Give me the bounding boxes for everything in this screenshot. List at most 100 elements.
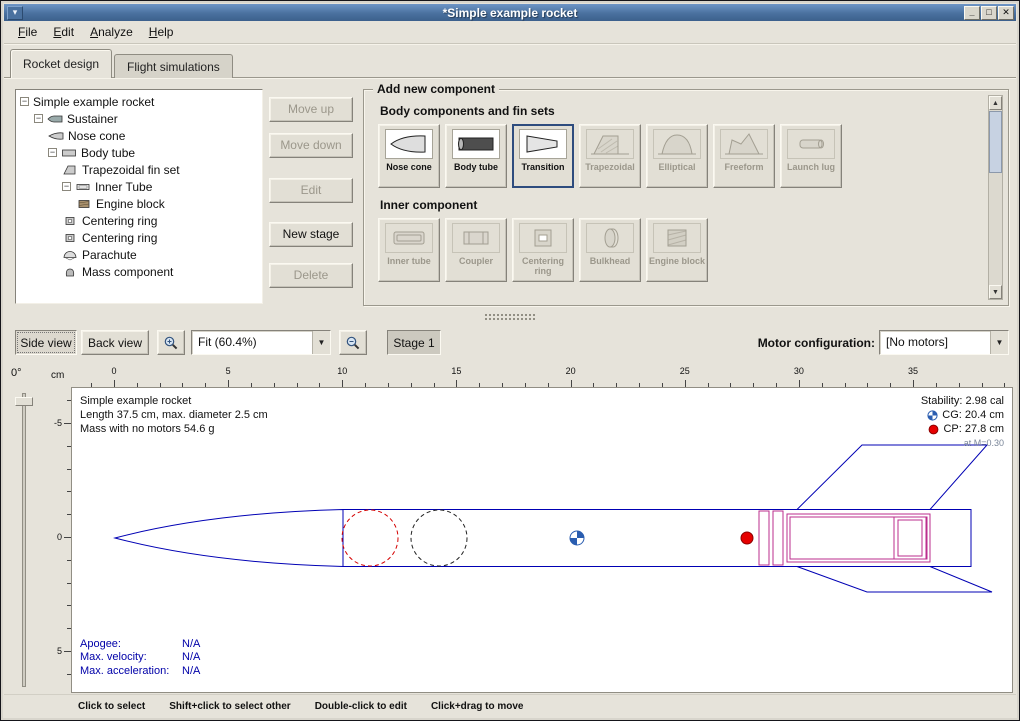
side-view-button[interactable]: Side view xyxy=(15,330,77,355)
tree-item-simple-example-rocket[interactable]: −Simple example rocket xyxy=(16,93,262,110)
component-button-label: Elliptical xyxy=(648,162,706,172)
rocket-icon xyxy=(47,113,63,125)
flight-data-row: Max. velocity:N/A xyxy=(80,651,200,665)
menu-item-help[interactable]: Help xyxy=(141,22,182,42)
tab-flight-simulations[interactable]: Flight simulations xyxy=(114,54,233,78)
tree-item-label: Centering ring xyxy=(82,231,157,245)
tree-expander-icon[interactable]: − xyxy=(48,148,57,157)
minimize-button[interactable]: _ xyxy=(964,6,980,20)
flight-data-value: N/A xyxy=(182,665,200,679)
nosecone-icon xyxy=(385,129,433,159)
fin-bottom-shape[interactable] xyxy=(797,567,992,593)
fin-freeform-icon xyxy=(720,129,768,159)
ruler-tick xyxy=(685,380,686,387)
add-freeform-button: Freeform xyxy=(713,124,775,188)
new-stage-button[interactable]: New stage xyxy=(269,222,353,247)
centeringring-icon xyxy=(519,223,567,253)
maximize-button[interactable]: □ xyxy=(981,6,997,20)
component-button-label: Nose cone xyxy=(380,162,438,172)
ruler-label: 10 xyxy=(337,366,347,376)
inner-tube-shape[interactable] xyxy=(787,514,930,562)
tab-rocket-design[interactable]: Rocket design xyxy=(10,49,112,78)
tree-item-engine-block[interactable]: Engine block xyxy=(16,195,262,212)
zoom-in-button[interactable] xyxy=(157,330,185,355)
status-hint: Shift+click to select other xyxy=(169,701,290,712)
scrollbar-thumb[interactable] xyxy=(989,111,1002,173)
scroll-up-icon[interactable]: ▲ xyxy=(989,96,1002,110)
tree-item-mass-component[interactable]: Mass component xyxy=(16,263,262,280)
cp-text: CP: 27.8 cm xyxy=(943,422,1004,436)
stability-text: Stability: 2.98 cal xyxy=(921,394,1004,408)
centering-ring-shape[interactable] xyxy=(759,511,769,565)
fin-top-shape[interactable] xyxy=(797,445,987,510)
tree-item-label: Nose cone xyxy=(68,129,125,143)
bodytube-icon xyxy=(452,129,500,159)
add-transition-button[interactable]: Transition xyxy=(512,124,574,188)
mach-text: at M=0.30 xyxy=(921,436,1004,450)
cp-icon xyxy=(928,424,939,435)
tree-item-parachute[interactable]: Parachute xyxy=(16,246,262,263)
chevron-down-icon[interactable]: ▼ xyxy=(312,331,330,354)
motor-configuration-select[interactable]: [No motors] ▼ xyxy=(879,330,1009,355)
flight-data-block: Apogee:N/AMax. velocity:N/AMax. accelera… xyxy=(80,638,200,679)
tree-expander-icon[interactable]: − xyxy=(62,182,71,191)
rocket-dimensions-text: Length 37.5 cm, max. diameter 2.5 cm xyxy=(80,408,268,422)
scroll-down-icon[interactable]: ▼ xyxy=(989,285,1002,299)
menu-item-edit[interactable]: Edit xyxy=(45,22,82,42)
zoom-select[interactable]: Fit (60.4%) ▼ xyxy=(191,330,331,355)
tree-item-body-tube[interactable]: −Body tube xyxy=(16,144,262,161)
bulkhead-icon xyxy=(586,223,634,253)
add-component-title: Add new component xyxy=(373,82,499,96)
mass-component-shape[interactable] xyxy=(411,510,467,566)
stage-1-toggle[interactable]: Stage 1 xyxy=(387,330,441,355)
tree-item-label: Simple example rocket xyxy=(33,95,154,109)
ruler-tick xyxy=(64,651,71,652)
tree-item-nose-cone[interactable]: Nose cone xyxy=(16,127,262,144)
menu-item-file[interactable]: File xyxy=(10,22,45,42)
tree-item-centering-ring[interactable]: Centering ring xyxy=(16,212,262,229)
component-scrollbar[interactable]: ▲ ▼ xyxy=(988,95,1003,300)
ruler-tick xyxy=(571,380,572,387)
transition-icon xyxy=(519,129,567,159)
engine-block-shape[interactable] xyxy=(894,517,926,559)
component-tree[interactable]: −Simple example rocket−SustainerNose con… xyxy=(15,89,263,304)
tree-item-trapezoidal-fin-set[interactable]: Trapezoidal fin set xyxy=(16,161,262,178)
parachute-shape[interactable] xyxy=(342,510,398,566)
centering-ring-2-shape[interactable] xyxy=(773,511,783,565)
ruler-label: -5 xyxy=(54,418,62,428)
tree-expander-icon[interactable]: − xyxy=(20,97,29,106)
title-bar[interactable]: ▾ *Simple example rocket _ □ ✕ xyxy=(4,4,1016,21)
fin-trapezoidal-icon xyxy=(586,129,634,159)
ruler-tick xyxy=(64,423,71,424)
rotation-slider-track[interactable] xyxy=(22,393,26,687)
chevron-down-icon[interactable]: ▼ xyxy=(990,331,1008,354)
window-menu-icon[interactable]: ▾ xyxy=(7,6,23,20)
zoom-out-button[interactable] xyxy=(339,330,367,355)
tree-item-label: Sustainer xyxy=(67,112,118,126)
splitter-handle[interactable] xyxy=(1,312,1019,322)
ruler-tick xyxy=(456,380,457,387)
centeringring-icon xyxy=(62,232,78,244)
flight-data-value: N/A xyxy=(182,651,200,665)
menu-item-analyze[interactable]: Analyze xyxy=(82,22,141,42)
back-view-button[interactable]: Back view xyxy=(81,330,149,355)
tree-item-centering-ring[interactable]: Centering ring xyxy=(16,229,262,246)
add-nose-cone-button[interactable]: Nose cone xyxy=(378,124,440,188)
rocket-mass-text: Mass with no motors 54.6 g xyxy=(80,422,268,436)
flight-data-row: Apogee:N/A xyxy=(80,638,200,652)
nose-cone-shape[interactable] xyxy=(115,510,343,567)
component-button-label: Launch lug xyxy=(782,162,840,172)
ruler-tick xyxy=(799,380,800,387)
body-tube-shape[interactable] xyxy=(343,510,971,567)
tree-item-inner-tube[interactable]: −Inner Tube xyxy=(16,178,262,195)
magnifier-plus-icon xyxy=(163,335,179,351)
add-body-tube-button[interactable]: Body tube xyxy=(445,124,507,188)
close-button[interactable]: ✕ xyxy=(998,6,1014,20)
add-component-content: Body components and fin setsNose coneBod… xyxy=(378,100,980,292)
rocket-canvas[interactable]: Simple example rocket Length 37.5 cm, ma… xyxy=(71,387,1013,693)
tree-item-sustainer[interactable]: − Sustainer xyxy=(16,110,262,127)
component-button-label: Freeform xyxy=(715,162,773,172)
rotation-slider-thumb[interactable] xyxy=(15,397,33,406)
flight-data-value: N/A xyxy=(182,638,200,652)
tree-expander-icon[interactable]: − xyxy=(34,114,43,123)
